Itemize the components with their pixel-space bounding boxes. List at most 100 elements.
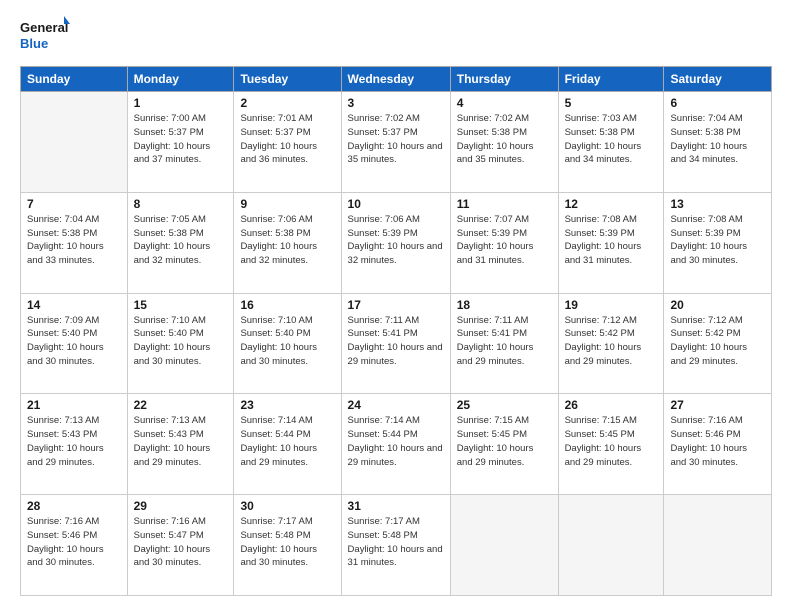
calendar-cell: 30 Sunrise: 7:17 AMSunset: 5:48 PMDayligh… [234, 495, 341, 596]
day-info: Sunrise: 7:08 AMSunset: 5:39 PMDaylight:… [565, 213, 658, 268]
day-header-monday: Monday [127, 67, 234, 92]
day-number: 21 [27, 398, 121, 412]
day-info: Sunrise: 7:07 AMSunset: 5:39 PMDaylight:… [457, 213, 552, 268]
calendar-cell: 29 Sunrise: 7:16 AMSunset: 5:47 PMDayligh… [127, 495, 234, 596]
calendar-cell: 20 Sunrise: 7:12 AMSunset: 5:42 PMDayligh… [664, 293, 772, 394]
day-header-sunday: Sunday [21, 67, 128, 92]
calendar-cell: 31 Sunrise: 7:17 AMSunset: 5:48 PMDayligh… [341, 495, 450, 596]
calendar-cell: 14 Sunrise: 7:09 AMSunset: 5:40 PMDayligh… [21, 293, 128, 394]
calendar-cell: 9 Sunrise: 7:06 AMSunset: 5:38 PMDaylight… [234, 192, 341, 293]
calendar-cell: 28 Sunrise: 7:16 AMSunset: 5:46 PMDayligh… [21, 495, 128, 596]
day-info: Sunrise: 7:04 AMSunset: 5:38 PMDaylight:… [27, 213, 121, 268]
day-number: 26 [565, 398, 658, 412]
day-number: 30 [240, 499, 334, 513]
day-number: 25 [457, 398, 552, 412]
calendar-cell: 10 Sunrise: 7:06 AMSunset: 5:39 PMDayligh… [341, 192, 450, 293]
calendar-cell [558, 495, 664, 596]
day-info: Sunrise: 7:03 AMSunset: 5:38 PMDaylight:… [565, 112, 658, 167]
day-info: Sunrise: 7:11 AMSunset: 5:41 PMDaylight:… [348, 314, 444, 369]
logo: General Blue [20, 16, 70, 56]
day-number: 15 [134, 298, 228, 312]
day-number: 10 [348, 197, 444, 211]
calendar-cell: 7 Sunrise: 7:04 AMSunset: 5:38 PMDaylight… [21, 192, 128, 293]
day-number: 8 [134, 197, 228, 211]
day-number: 4 [457, 96, 552, 110]
day-number: 16 [240, 298, 334, 312]
day-number: 9 [240, 197, 334, 211]
day-info: Sunrise: 7:14 AMSunset: 5:44 PMDaylight:… [348, 414, 444, 469]
calendar-week-4: 21 Sunrise: 7:13 AMSunset: 5:43 PMDayligh… [21, 394, 772, 495]
day-number: 3 [348, 96, 444, 110]
calendar-cell: 16 Sunrise: 7:10 AMSunset: 5:40 PMDayligh… [234, 293, 341, 394]
day-info: Sunrise: 7:16 AMSunset: 5:46 PMDaylight:… [27, 515, 121, 570]
day-number: 19 [565, 298, 658, 312]
header: General Blue [20, 16, 772, 56]
calendar-week-2: 7 Sunrise: 7:04 AMSunset: 5:38 PMDaylight… [21, 192, 772, 293]
calendar-cell: 26Sunrise: 7:15 AMSunset: 5:45 PMDayligh… [558, 394, 664, 495]
calendar-week-5: 28 Sunrise: 7:16 AMSunset: 5:46 PMDayligh… [21, 495, 772, 596]
day-number: 13 [670, 197, 765, 211]
calendar-week-3: 14 Sunrise: 7:09 AMSunset: 5:40 PMDayligh… [21, 293, 772, 394]
day-info: Sunrise: 7:15 AMSunset: 5:45 PMDaylight:… [457, 414, 552, 469]
day-info: Sunrise: 7:10 AMSunset: 5:40 PMDaylight:… [240, 314, 334, 369]
day-header-saturday: Saturday [664, 67, 772, 92]
svg-text:General: General [20, 20, 68, 35]
calendar-cell: 8Sunrise: 7:05 AMSunset: 5:38 PMDaylight… [127, 192, 234, 293]
day-header-wednesday: Wednesday [341, 67, 450, 92]
day-number: 27 [670, 398, 765, 412]
day-info: Sunrise: 7:12 AMSunset: 5:42 PMDaylight:… [670, 314, 765, 369]
day-number: 7 [27, 197, 121, 211]
calendar-cell [664, 495, 772, 596]
day-number: 18 [457, 298, 552, 312]
day-number: 23 [240, 398, 334, 412]
day-number: 14 [27, 298, 121, 312]
day-number: 28 [27, 499, 121, 513]
day-info: Sunrise: 7:16 AMSunset: 5:47 PMDaylight:… [134, 515, 228, 570]
day-info: Sunrise: 7:06 AMSunset: 5:38 PMDaylight:… [240, 213, 334, 268]
day-info: Sunrise: 7:10 AMSunset: 5:40 PMDaylight:… [134, 314, 228, 369]
calendar-cell: 11Sunrise: 7:07 AMSunset: 5:39 PMDayligh… [450, 192, 558, 293]
day-number: 31 [348, 499, 444, 513]
calendar-cell: 15 Sunrise: 7:10 AMSunset: 5:40 PMDayligh… [127, 293, 234, 394]
calendar-cell: 17 Sunrise: 7:11 AMSunset: 5:41 PMDayligh… [341, 293, 450, 394]
day-info: Sunrise: 7:08 AMSunset: 5:39 PMDaylight:… [670, 213, 765, 268]
day-info: Sunrise: 7:01 AMSunset: 5:37 PMDaylight:… [240, 112, 334, 167]
day-info: Sunrise: 7:13 AMSunset: 5:43 PMDaylight:… [134, 414, 228, 469]
calendar-cell: 2Sunrise: 7:01 AMSunset: 5:37 PMDaylight… [234, 92, 341, 193]
day-info: Sunrise: 7:11 AMSunset: 5:41 PMDaylight:… [457, 314, 552, 369]
day-info: Sunrise: 7:13 AMSunset: 5:43 PMDaylight:… [27, 414, 121, 469]
calendar-cell: 5 Sunrise: 7:03 AMSunset: 5:38 PMDaylight… [558, 92, 664, 193]
calendar-cell: 18 Sunrise: 7:11 AMSunset: 5:41 PMDayligh… [450, 293, 558, 394]
day-number: 6 [670, 96, 765, 110]
day-info: Sunrise: 7:02 AMSunset: 5:37 PMDaylight:… [348, 112, 444, 167]
calendar-cell: 4Sunrise: 7:02 AMSunset: 5:38 PMDaylight… [450, 92, 558, 193]
calendar-cell: 25 Sunrise: 7:15 AMSunset: 5:45 PMDayligh… [450, 394, 558, 495]
calendar-cell: 19 Sunrise: 7:12 AMSunset: 5:42 PMDayligh… [558, 293, 664, 394]
day-number: 20 [670, 298, 765, 312]
logo-svg: General Blue [20, 16, 70, 56]
calendar-cell: 1Sunrise: 7:00 AMSunset: 5:37 PMDaylight… [127, 92, 234, 193]
day-number: 5 [565, 96, 658, 110]
calendar-cell: 27Sunrise: 7:16 AMSunset: 5:46 PMDayligh… [664, 394, 772, 495]
day-info: Sunrise: 7:17 AMSunset: 5:48 PMDaylight:… [240, 515, 334, 570]
calendar-cell [21, 92, 128, 193]
day-number: 22 [134, 398, 228, 412]
day-info: Sunrise: 7:06 AMSunset: 5:39 PMDaylight:… [348, 213, 444, 268]
calendar-cell: 21 Sunrise: 7:13 AMSunset: 5:43 PMDayligh… [21, 394, 128, 495]
day-header-friday: Friday [558, 67, 664, 92]
day-header-thursday: Thursday [450, 67, 558, 92]
day-number: 1 [134, 96, 228, 110]
day-info: Sunrise: 7:04 AMSunset: 5:38 PMDaylight:… [670, 112, 765, 167]
calendar-cell: 6 Sunrise: 7:04 AMSunset: 5:38 PMDaylight… [664, 92, 772, 193]
day-info: Sunrise: 7:14 AMSunset: 5:44 PMDaylight:… [240, 414, 334, 469]
day-info: Sunrise: 7:12 AMSunset: 5:42 PMDaylight:… [565, 314, 658, 369]
header-row: SundayMondayTuesdayWednesdayThursdayFrid… [21, 67, 772, 92]
calendar-cell: 3 Sunrise: 7:02 AMSunset: 5:37 PMDaylight… [341, 92, 450, 193]
day-number: 29 [134, 499, 228, 513]
day-info: Sunrise: 7:17 AMSunset: 5:48 PMDaylight:… [348, 515, 444, 570]
day-number: 17 [348, 298, 444, 312]
calendar-cell: 24Sunrise: 7:14 AMSunset: 5:44 PMDayligh… [341, 394, 450, 495]
day-info: Sunrise: 7:09 AMSunset: 5:40 PMDaylight:… [27, 314, 121, 369]
calendar-cell [450, 495, 558, 596]
calendar-week-1: 1Sunrise: 7:00 AMSunset: 5:37 PMDaylight… [21, 92, 772, 193]
